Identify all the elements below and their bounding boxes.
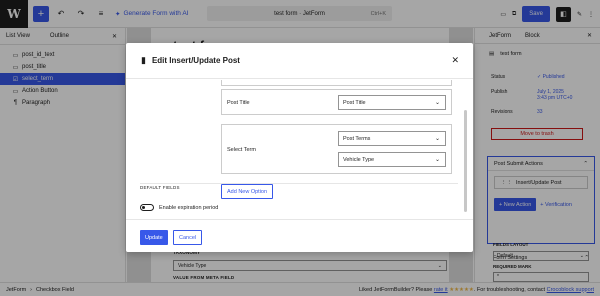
field-block-partial bbox=[221, 80, 452, 86]
chevron-down-icon: ⌄ bbox=[434, 157, 440, 163]
edit-action-modal: ▮ Edit Insert/Update Post ✕ Post Title P… bbox=[126, 43, 473, 252]
expiration-toggle[interactable] bbox=[140, 204, 154, 211]
modal-body: Post Title Post Title ⌄ Select Term Post… bbox=[126, 80, 473, 216]
select-term-row: Select Term Post Terms ⌄ Vehicle Type ⌄ bbox=[221, 124, 452, 174]
update-button[interactable]: Update bbox=[140, 230, 168, 245]
cancel-button[interactable]: Cancel bbox=[173, 230, 203, 245]
modal-scrollbar[interactable] bbox=[464, 110, 467, 212]
close-icon[interactable]: ✕ bbox=[451, 55, 459, 66]
modal-title: Edit Insert/Update Post bbox=[151, 56, 240, 65]
vehicle-type-select[interactable]: Vehicle Type ⌄ bbox=[338, 152, 446, 167]
modal-footer: Update Cancel bbox=[126, 219, 473, 252]
default-fields-label: DEFAULT FIELDS bbox=[140, 185, 180, 190]
chevron-down-icon: ⌄ bbox=[434, 136, 440, 142]
post-title-row: Post Title Post Title ⌄ bbox=[221, 89, 452, 115]
chevron-down-icon: ⌄ bbox=[434, 100, 440, 106]
post-terms-select[interactable]: Post Terms ⌄ bbox=[338, 131, 446, 146]
expiration-toggle-row: Enable expiration period bbox=[140, 204, 218, 211]
expiration-label: Enable expiration period bbox=[159, 204, 219, 211]
select-term-label: Select Term bbox=[227, 147, 256, 153]
action-icon: ▮ bbox=[141, 55, 146, 65]
post-title-select[interactable]: Post Title ⌄ bbox=[338, 95, 446, 110]
add-new-option-button[interactable]: Add New Option bbox=[221, 184, 274, 199]
post-title-label: Post Title bbox=[227, 100, 250, 106]
divider bbox=[140, 183, 458, 184]
